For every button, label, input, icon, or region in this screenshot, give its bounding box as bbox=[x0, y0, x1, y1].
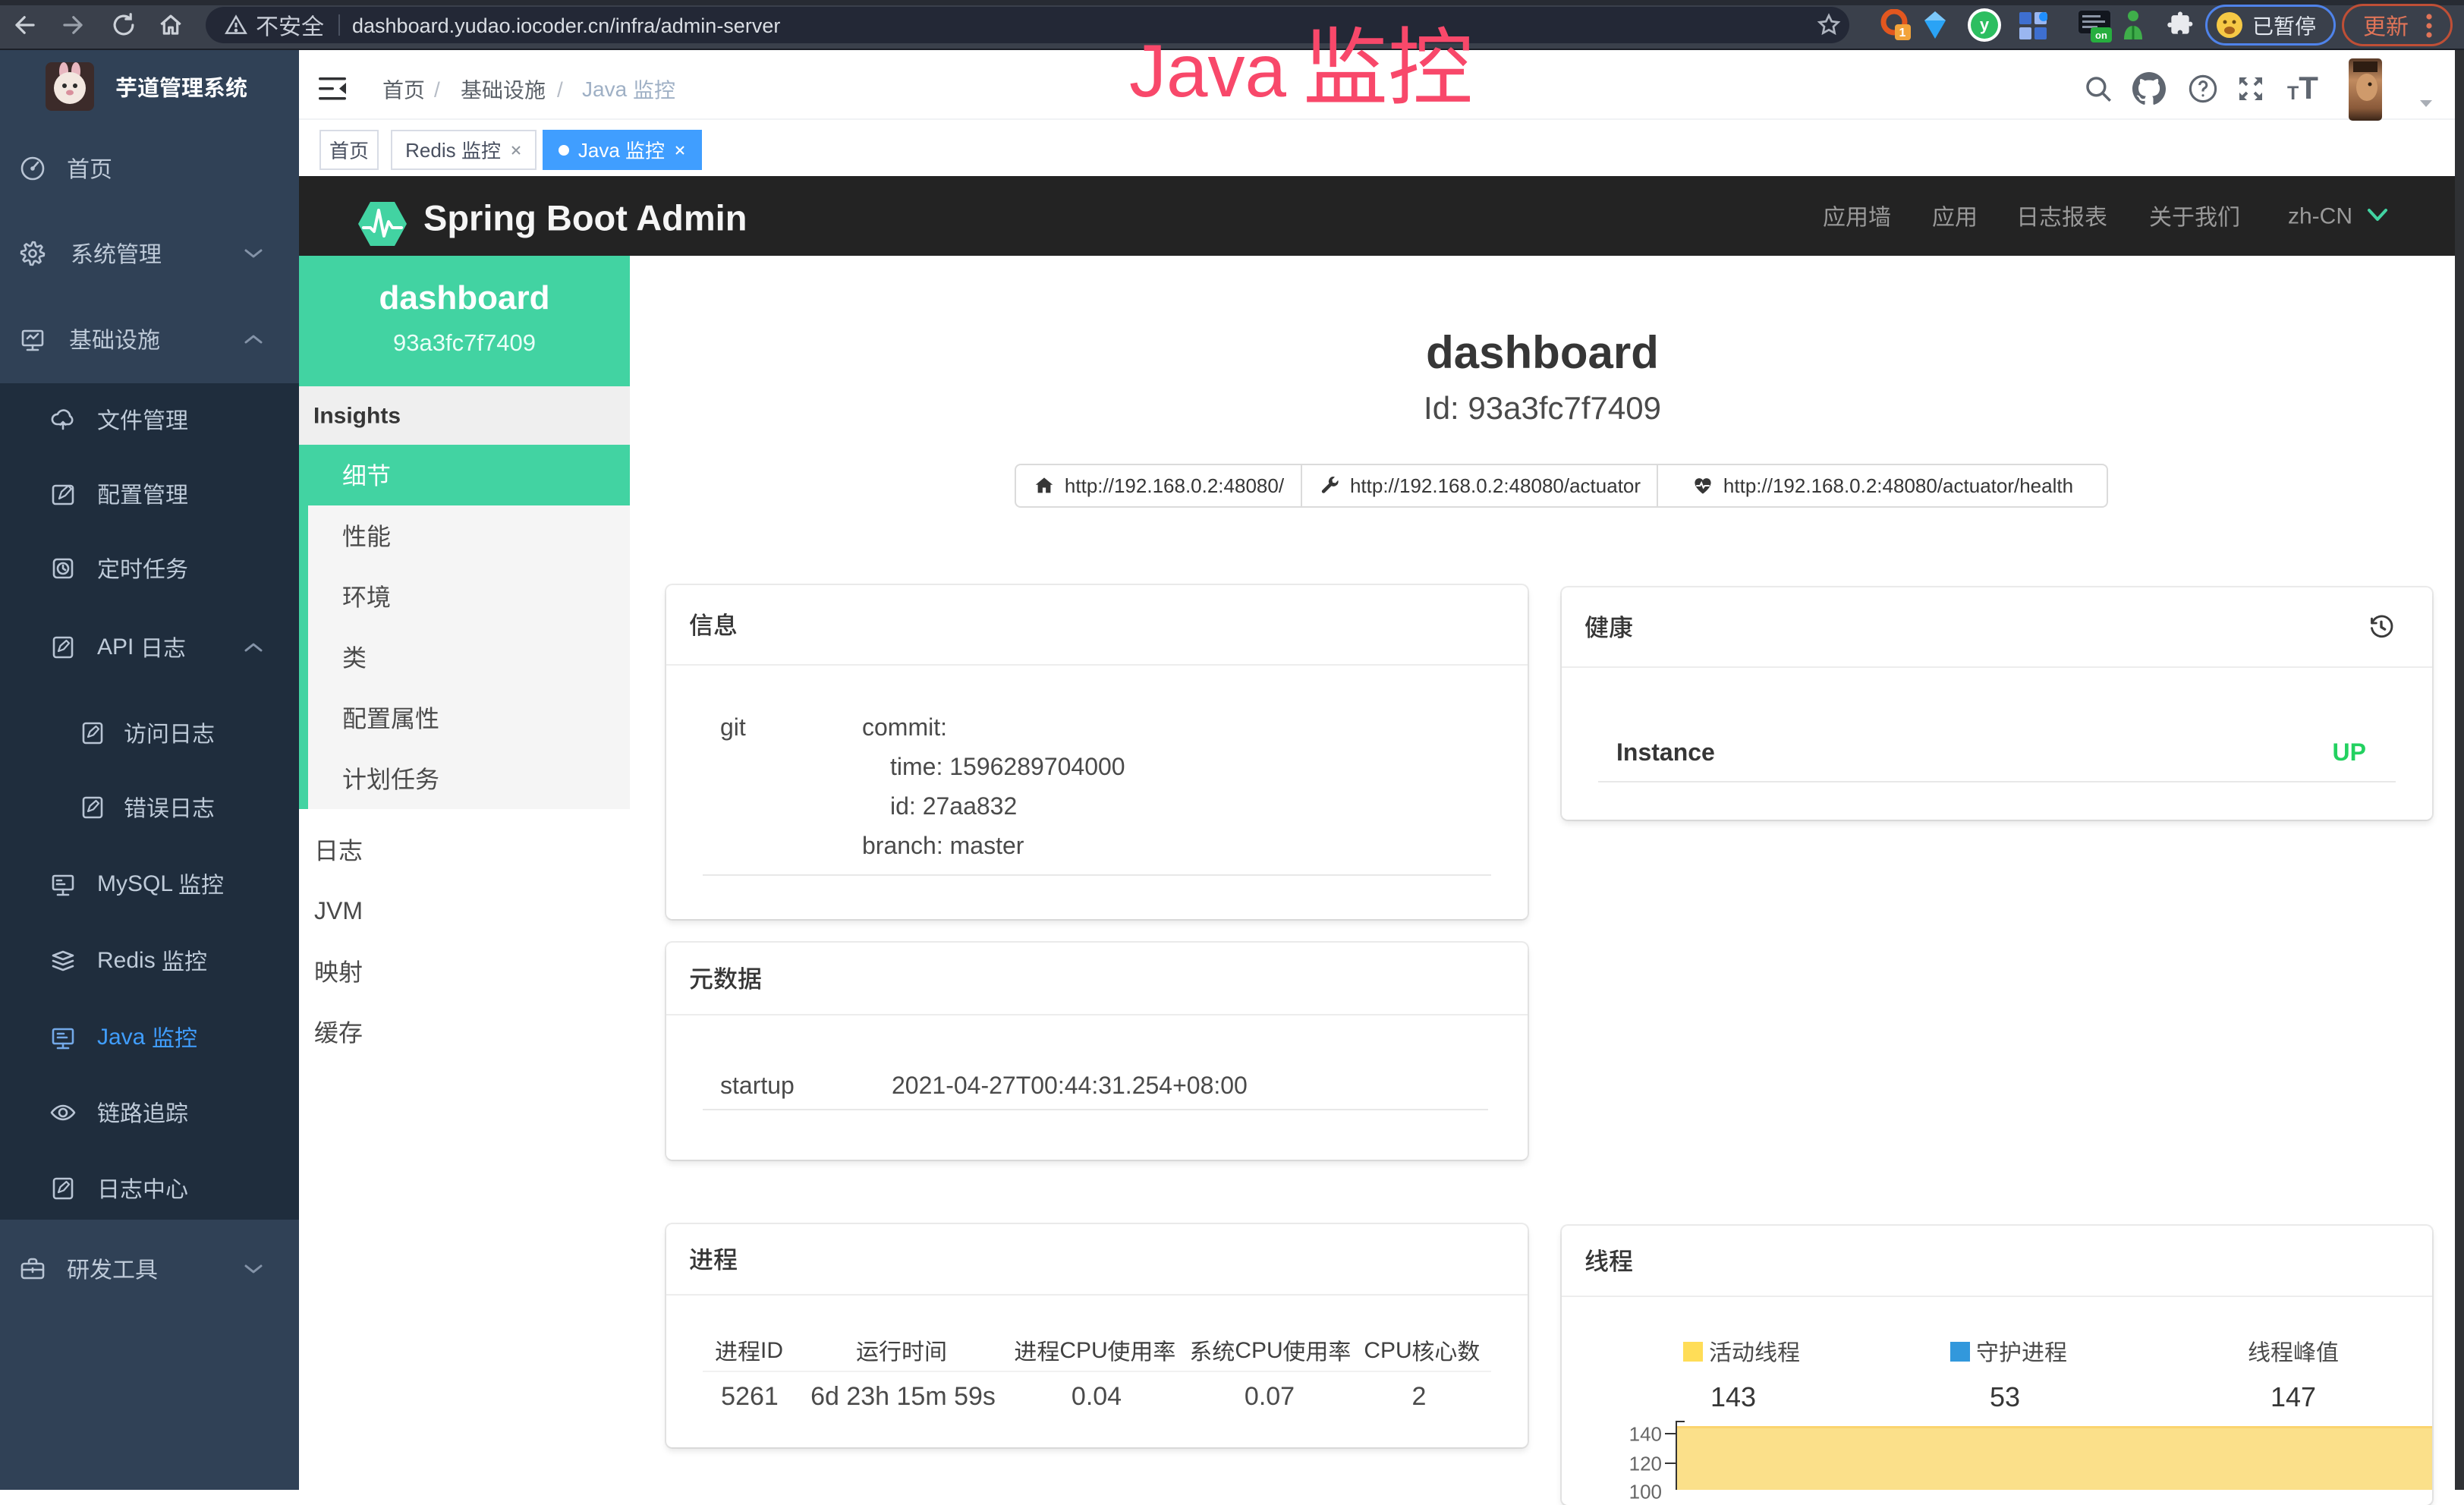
svg-text:y: y bbox=[1980, 15, 1990, 34]
svg-text:on: on bbox=[2095, 30, 2107, 41]
svg-text:1: 1 bbox=[1899, 27, 1906, 39]
